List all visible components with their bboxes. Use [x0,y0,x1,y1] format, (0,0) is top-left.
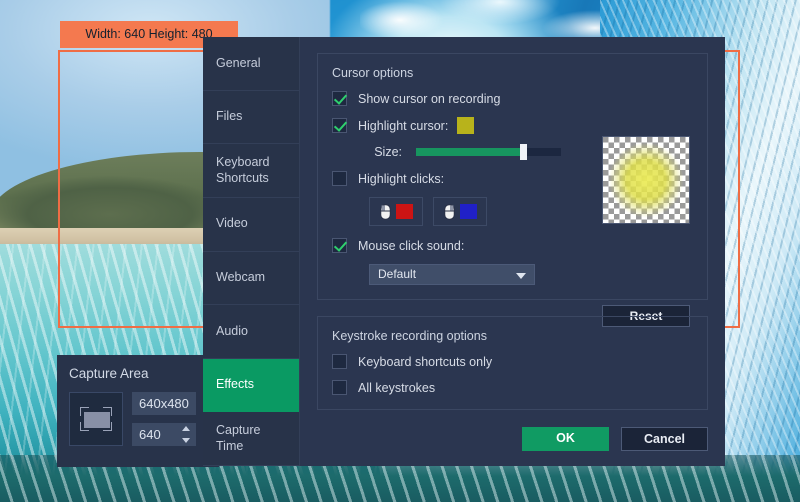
show-cursor-row[interactable]: Show cursor on recording [332,91,693,106]
app-root: Width: 640 Height: 480 Capture Area 640x… [0,0,800,502]
width-value: 640 [139,427,161,442]
mouse-right-icon [444,204,455,220]
tab-capture-time[interactable]: Capture Time [203,412,299,466]
tab-video[interactable]: Video [203,198,299,252]
capture-size-fields: 640x480 640 [132,392,196,446]
cursor-size-slider[interactable] [416,148,561,156]
cursor-size-label: Size: [332,145,402,159]
right-click-color-button[interactable] [433,197,487,226]
mouse-click-sound-checkbox[interactable] [332,238,347,253]
mouse-click-sound-label: Mouse click sound: [358,239,464,253]
shortcuts-only-checkbox[interactable] [332,354,347,369]
tab-general[interactable]: General [203,37,299,91]
stepper-arrows[interactable] [181,426,191,443]
keystroke-options-title: Keystroke recording options [332,329,693,343]
sound-select[interactable]: Default [369,264,535,285]
mouse-click-sound-row[interactable]: Mouse click sound: [332,238,693,253]
frame-inner-rect [84,412,110,428]
settings-tab-list: General Files Keyboard Shortcuts Video W… [203,37,300,466]
tab-effects[interactable]: Effects [203,359,299,413]
tab-files[interactable]: Files [203,91,299,145]
slider-handle[interactable] [520,144,527,160]
dialog-footer: OK Cancel [317,427,708,466]
ok-button[interactable]: OK [522,427,609,451]
shortcuts-only-row[interactable]: Keyboard shortcuts only [332,354,693,369]
capture-frame-icon[interactable] [69,392,123,446]
keystroke-options-group: Keystroke recording options Keyboard sho… [317,316,708,410]
resolution-input[interactable]: 640x480 [132,392,196,415]
all-keystrokes-row[interactable]: All keystrokes [332,380,693,395]
capture-area-panel: Capture Area 640x480 640 [57,355,219,467]
sound-select-value: Default [378,267,416,281]
right-click-swatch[interactable] [460,204,477,219]
highlight-clicks-checkbox[interactable] [332,171,347,186]
settings-content: Cursor options Show cursor on recording … [300,37,725,466]
highlight-cursor-row[interactable]: Highlight cursor: [332,117,693,134]
width-stepper[interactable]: 640 [132,423,196,446]
tab-keyboard-shortcuts[interactable]: Keyboard Shortcuts [203,144,299,198]
settings-dialog: General Files Keyboard Shortcuts Video W… [203,37,725,466]
tab-webcam[interactable]: Webcam [203,252,299,306]
show-cursor-label: Show cursor on recording [358,92,500,106]
mouse-left-icon [380,204,391,220]
show-cursor-checkbox[interactable] [332,91,347,106]
cancel-button[interactable]: Cancel [621,427,708,451]
slider-fill [416,148,520,156]
capture-area-controls: 640x480 640 [57,381,219,446]
chevron-down-icon[interactable] [182,438,190,443]
chevron-up-icon[interactable] [182,426,190,431]
highlight-clicks-label: Highlight clicks: [358,172,444,186]
cursor-options-title: Cursor options [332,66,693,80]
cursor-highlight-preview [602,136,690,224]
capture-area-title: Capture Area [57,355,219,381]
highlight-cursor-label: Highlight cursor: [358,119,448,133]
left-click-swatch[interactable] [396,204,413,219]
cursor-options-group: Cursor options Show cursor on recording … [317,53,708,300]
all-keystrokes-checkbox[interactable] [332,380,347,395]
highlight-cursor-color-swatch[interactable] [457,117,474,134]
highlight-cursor-checkbox[interactable] [332,118,347,133]
shortcuts-only-label: Keyboard shortcuts only [358,355,492,369]
left-click-color-button[interactable] [369,197,423,226]
chevron-down-icon[interactable] [516,273,526,279]
tab-audio[interactable]: Audio [203,305,299,359]
all-keystrokes-label: All keystrokes [358,381,435,395]
